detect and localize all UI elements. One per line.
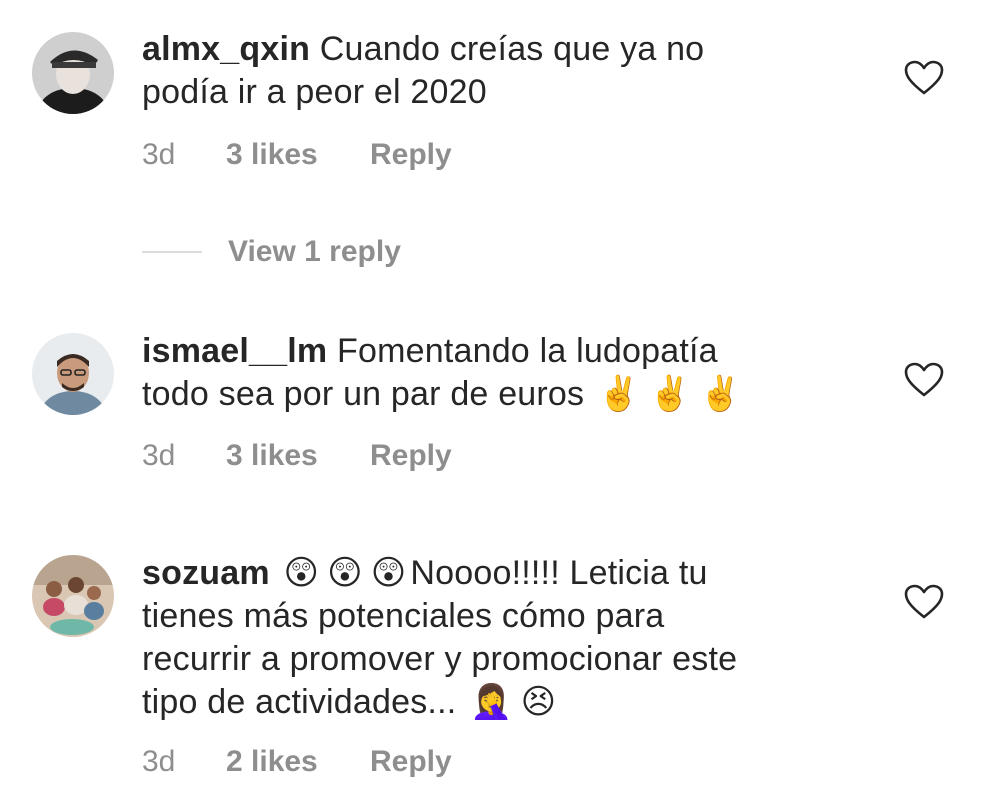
comment-timestamp: 3d: [142, 439, 176, 472]
comment-text: tienes más potenciales cómo para: [142, 597, 665, 635]
comment-username[interactable]: sozuam: [142, 554, 270, 592]
likes-count-button[interactable]: 3 likes: [226, 138, 370, 172]
comment-text: Fomentando la ludopatía: [337, 332, 718, 370]
face-palm-emoji: 🤦‍♀️: [470, 682, 513, 722]
astonished-face-emoji: 😲: [327, 553, 363, 593]
astonished-face-emoji: 😲: [370, 553, 407, 593]
astonished-face-emoji: 😲: [283, 553, 320, 593]
likes-count-button[interactable]: 2 likes: [226, 745, 370, 779]
comment-meta: 3d 3 likes Reply: [142, 138, 452, 172]
heart-outline-icon[interactable]: [904, 362, 944, 398]
victory-hand-emoji: ✌️: [597, 374, 641, 414]
comment-meta: 3d 3 likes Reply: [142, 439, 452, 473]
comment-timestamp: 3d: [142, 745, 176, 778]
comment-text: todo sea por un par de euros: [142, 375, 585, 413]
comment-text: podía ir a peor el 2020: [142, 73, 487, 111]
comment-text: tipo de actividades...: [142, 683, 457, 721]
comment-text: Cuando creías que ya no: [319, 30, 705, 68]
view-replies-button[interactable]: View 1 reply: [142, 232, 401, 272]
comment-body: ismael__lm Fomentando la ludopatía todo …: [142, 330, 862, 416]
view-replies-label: View 1 reply: [228, 235, 401, 268]
reply-button[interactable]: Reply: [370, 439, 452, 473]
reply-button[interactable]: Reply: [370, 138, 452, 172]
comment-meta: 3d 2 likes Reply: [142, 745, 452, 779]
comment-text: Noooo!!!!! Leticia tu: [410, 554, 708, 592]
persevering-face-emoji: 😣: [520, 682, 557, 722]
victory-hand-emoji: ✌️: [648, 374, 691, 414]
heart-outline-icon[interactable]: [904, 60, 944, 96]
comment-username[interactable]: almx_qxin: [142, 30, 310, 68]
comment-username[interactable]: ismael__lm: [142, 332, 327, 370]
avatar[interactable]: [32, 32, 114, 114]
victory-hand-emoji: ✌️: [699, 374, 742, 414]
comment-body: almx_qxin Cuando creías que ya no podía …: [142, 28, 862, 114]
likes-count-button[interactable]: 3 likes: [226, 439, 370, 473]
comment-body: sozuam 😲 😲 😲 Noooo!!!!! Leticia tu tienes m…: [142, 552, 862, 724]
heart-outline-icon[interactable]: [904, 584, 944, 620]
reply-button[interactable]: Reply: [370, 745, 452, 779]
avatar[interactable]: [32, 555, 114, 637]
comment-timestamp: 3d: [142, 138, 176, 171]
comment-text: recurrir a promover y promocionar este: [142, 640, 738, 678]
avatar[interactable]: [32, 333, 114, 415]
divider-line: [142, 251, 202, 253]
